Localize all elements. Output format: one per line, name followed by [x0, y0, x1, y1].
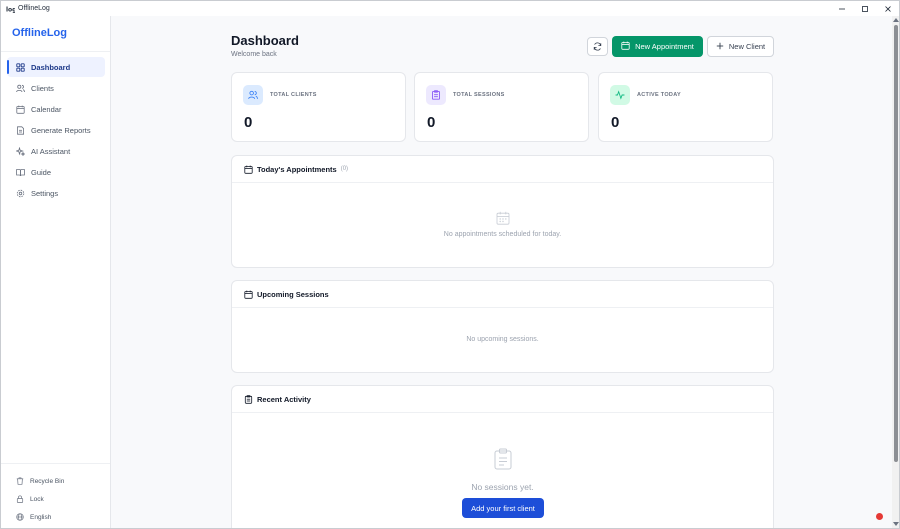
scroll-up-arrow[interactable]	[893, 18, 899, 22]
brand-logo[interactable]: OfflineLog	[12, 27, 67, 39]
page-subtitle: Welcome back	[231, 51, 277, 58]
log-icon: log	[5, 4, 15, 14]
panel-header: Today's Appointments (0)	[232, 156, 773, 183]
clipboard-icon	[426, 85, 446, 105]
panel-header: Recent Activity	[232, 386, 773, 413]
sidebar-item-label: Generate Reports	[31, 125, 91, 135]
clipboard-empty-icon	[493, 448, 513, 470]
sidebar-item-label: English	[30, 513, 52, 521]
book-icon	[16, 168, 25, 177]
svg-text:log: log	[6, 6, 15, 13]
sidebar-item-label: Lock	[30, 495, 44, 503]
empty-state-text: No upcoming sessions.	[466, 336, 539, 343]
sparkles-icon	[16, 146, 25, 156]
upcoming-sessions-panel: Upcoming Sessions No upcoming sessions.	[231, 280, 774, 373]
sidebar-item-label: Clients	[31, 83, 54, 93]
users-icon	[16, 84, 25, 93]
refresh-button[interactable]	[587, 37, 608, 56]
calendar-icon	[244, 165, 253, 174]
new-client-button[interactable]: New Client	[707, 36, 774, 57]
maximize-button[interactable]	[853, 1, 876, 16]
sidebar-item-lock[interactable]: Lock	[1, 490, 110, 508]
activity-icon	[610, 85, 630, 105]
refresh-icon	[593, 38, 602, 56]
appointment-count: (0)	[340, 166, 349, 172]
empty-state-text: No sessions yet.	[471, 482, 534, 492]
calendar-empty-icon	[496, 211, 510, 225]
stat-label: TOTAL CLIENTS	[270, 92, 317, 98]
recent-activity-panel: Recent Activity No sessions yet. Add you…	[231, 385, 774, 528]
plus-icon	[716, 42, 724, 52]
title-bar: log OfflineLog	[1, 1, 899, 16]
sidebar-item-calendar[interactable]: Calendar	[7, 99, 105, 119]
app-window: log OfflineLog OfflineLog Dashboard	[0, 0, 900, 529]
panel-title: Today's Appointments	[257, 164, 337, 174]
trash-icon	[16, 477, 24, 485]
stat-card-total-sessions: TOTAL SESSIONS 0	[414, 72, 589, 142]
stat-card-total-clients: TOTAL CLIENTS 0	[231, 72, 406, 142]
sidebar-item-language[interactable]: English	[1, 508, 110, 526]
recording-indicator	[876, 513, 883, 520]
sidebar-item-label: Recycle Bin	[30, 477, 65, 485]
panel-title: Upcoming Sessions	[257, 289, 329, 299]
sidebar-item-label: AI Assistant	[31, 146, 71, 156]
stat-value: 0	[611, 114, 620, 131]
sidebar-item-ai-assistant[interactable]: AI Assistant	[7, 141, 105, 161]
sidebar-item-label: Dashboard	[31, 62, 71, 72]
stat-value: 0	[427, 114, 436, 131]
empty-state-text: No appointments scheduled for today.	[443, 231, 562, 238]
sidebar-item-recycle-bin[interactable]: Recycle Bin	[1, 472, 110, 490]
calendar-icon	[244, 290, 253, 299]
clipboard-icon	[244, 394, 253, 404]
sidebar-nav: Dashboard Clients Calendar Generate Repo…	[7, 57, 105, 204]
scroll-down-arrow[interactable]	[893, 522, 899, 526]
stat-label: TOTAL SESSIONS	[453, 92, 505, 98]
sidebar: OfflineLog Dashboard Clients Calendar Ge…	[1, 16, 111, 528]
sidebar-item-settings[interactable]: Settings	[7, 183, 105, 203]
sidebar-item-label: Calendar	[31, 104, 62, 114]
sidebar-item-label: Settings	[31, 188, 59, 198]
globe-icon	[16, 513, 24, 521]
page-title: Dashboard	[231, 33, 299, 48]
stat-label: ACTIVE TODAY	[637, 92, 681, 98]
scroll-thumb[interactable]	[894, 25, 898, 462]
new-appointment-label: New Appointment	[635, 42, 694, 51]
sidebar-item-reports[interactable]: Generate Reports	[7, 120, 105, 140]
users-icon	[243, 85, 263, 105]
stat-card-active-today: ACTIVE TODAY 0	[598, 72, 773, 142]
stat-value: 0	[244, 114, 253, 131]
add-first-client-button[interactable]: Add your first client	[462, 498, 544, 518]
sidebar-item-clients[interactable]: Clients	[7, 78, 105, 98]
panel-header: Upcoming Sessions	[232, 281, 773, 308]
todays-appointments-panel: Today's Appointments (0) No appointments…	[231, 155, 774, 268]
minimize-button[interactable]	[830, 1, 853, 16]
calendar-icon	[16, 105, 25, 114]
new-appointment-button[interactable]: New Appointment	[612, 36, 703, 57]
gear-icon	[16, 189, 25, 198]
lock-icon	[16, 495, 24, 503]
panel-title: Recent Activity	[257, 394, 311, 404]
sidebar-footer: Recycle Bin Lock English	[1, 463, 110, 526]
window-title: OfflineLog	[18, 5, 50, 12]
vertical-scrollbar[interactable]	[892, 16, 899, 528]
sidebar-item-guide[interactable]: Guide	[7, 162, 105, 182]
new-client-label: New Client	[728, 42, 766, 51]
sidebar-item-label: Guide	[31, 167, 52, 177]
brand-divider	[1, 51, 110, 52]
calendar-plus-icon	[621, 41, 630, 52]
main-content: Dashboard Welcome back New Appointment N…	[112, 16, 892, 528]
grid-icon	[16, 62, 25, 72]
close-button[interactable]	[876, 1, 899, 16]
sidebar-item-dashboard[interactable]: Dashboard	[7, 57, 105, 77]
report-icon	[16, 125, 25, 135]
